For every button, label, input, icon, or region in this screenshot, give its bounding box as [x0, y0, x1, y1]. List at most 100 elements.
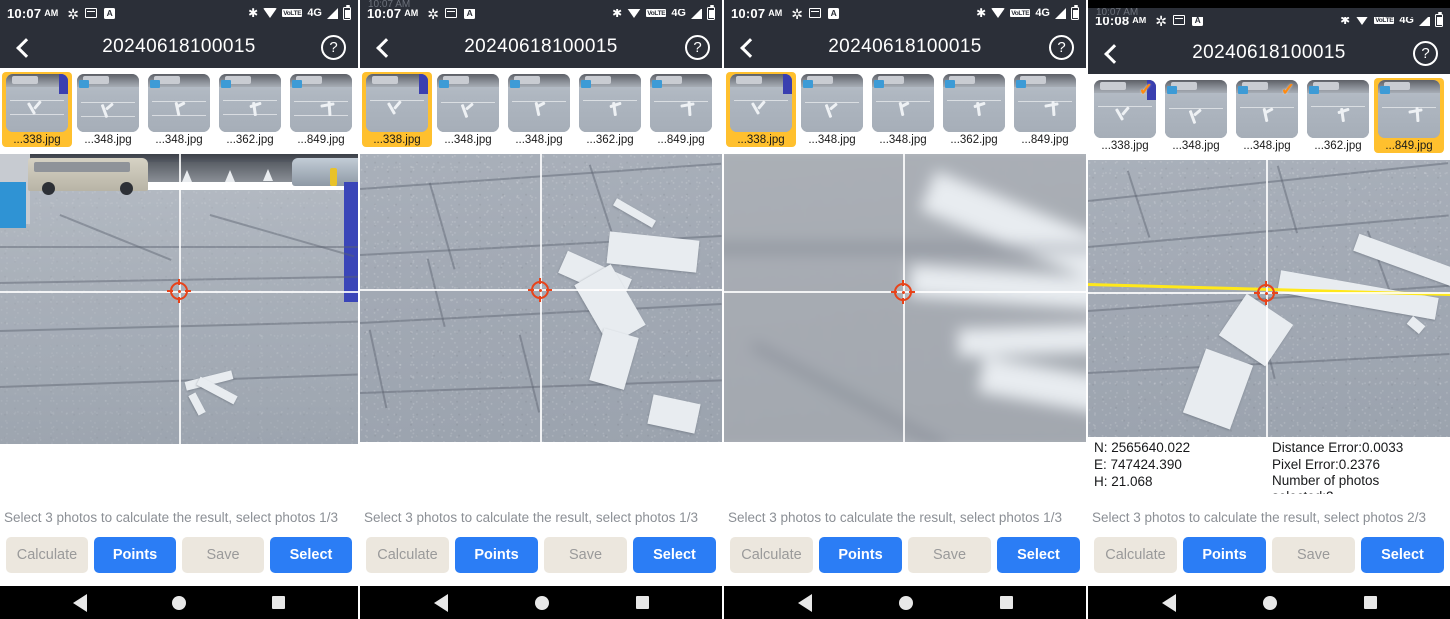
points-button[interactable]: Points — [1183, 537, 1266, 573]
thumbnail-item[interactable]: ...849.jpg — [646, 72, 716, 147]
nav-home-icon[interactable] — [172, 595, 187, 610]
back-button[interactable] — [736, 36, 758, 58]
wifi-icon — [627, 8, 642, 18]
thumbnail-image — [6, 74, 68, 132]
thumbnail-label: ...849.jpg — [1385, 140, 1433, 152]
thumbnail-item[interactable]: ✓ ...348.jpg — [1232, 78, 1302, 153]
signal-icon — [691, 7, 702, 19]
thumbnail-item[interactable]: ...338.jpg — [726, 72, 796, 147]
calculate-button[interactable]: Calculate — [366, 537, 449, 573]
photo-canvas[interactable] — [0, 154, 358, 444]
calculate-button[interactable]: Calculate — [6, 537, 88, 573]
bluetooth-icon: ✱ — [248, 6, 259, 20]
a-badge-icon: A — [104, 7, 116, 19]
help-icon[interactable]: ? — [1049, 34, 1074, 60]
thumbnail-label: ...348.jpg — [1243, 140, 1291, 152]
action-bar: Calculate Points Save Select — [0, 530, 358, 586]
a-badge-icon: A — [828, 7, 840, 19]
thumbnail-label: ...849.jpg — [657, 134, 705, 146]
thumbnail-image — [437, 74, 499, 132]
select-button[interactable]: Select — [270, 537, 352, 573]
help-icon[interactable]: ? — [1413, 40, 1438, 66]
points-button[interactable]: Points — [455, 537, 538, 573]
save-button[interactable]: Save — [544, 537, 627, 573]
thumbnail-image — [1165, 80, 1227, 138]
nav-home-icon[interactable] — [1262, 595, 1277, 610]
select-button[interactable]: Select — [1361, 537, 1444, 573]
thumbnail-item[interactable]: ...348.jpg — [868, 72, 938, 147]
thumbnail-item[interactable]: ...849.jpg — [1010, 72, 1080, 147]
back-button[interactable] — [372, 36, 394, 58]
thumbnail-item[interactable]: ...348.jpg — [797, 72, 867, 147]
points-button[interactable]: Points — [819, 537, 902, 573]
thumbnail-item[interactable]: ...362.jpg — [939, 72, 1009, 147]
nav-recents-icon[interactable] — [272, 596, 286, 609]
thumbnail-item[interactable]: ...338.jpg — [2, 72, 72, 147]
pixel-error-value: Pixel Error:0.2376 — [1272, 457, 1381, 472]
photo-canvas[interactable] — [724, 154, 1086, 442]
thumbnail-image — [943, 74, 1005, 132]
photo-viewer[interactable]: N: 2565640.022 E: 747424.390 H: 21.068 D… — [1088, 160, 1450, 504]
help-icon[interactable]: ? — [685, 34, 710, 60]
easting-value: E: 747424.390 — [1094, 457, 1182, 472]
ghost-status-text: 10:07 AM — [1088, 8, 1450, 17]
thumbnail-item[interactable]: ...348.jpg — [73, 72, 143, 147]
photo-viewer[interactable] — [724, 154, 1086, 504]
nav-back-icon[interactable] — [1161, 593, 1176, 612]
help-icon[interactable]: ? — [321, 34, 346, 60]
nav-back-icon[interactable] — [433, 593, 448, 612]
nav-back-icon[interactable] — [797, 593, 812, 612]
thumbnail-item[interactable]: ✓ ...338.jpg — [1090, 78, 1160, 153]
calculate-button[interactable]: Calculate — [730, 537, 813, 573]
android-nav-bar — [360, 586, 722, 619]
points-button[interactable]: Points — [94, 537, 176, 573]
save-button[interactable]: Save — [1272, 537, 1355, 573]
thumbnail-item[interactable]: ...348.jpg — [1161, 78, 1231, 153]
thumbnail-item[interactable]: ...348.jpg — [504, 72, 574, 147]
back-button[interactable] — [12, 36, 34, 58]
battery-icon — [707, 4, 715, 20]
photo-viewer[interactable] — [0, 154, 358, 504]
save-button[interactable]: Save — [182, 537, 264, 573]
thumbnail-item[interactable]: ...362.jpg — [575, 72, 645, 147]
thumbnail-image — [579, 74, 641, 132]
error-column: Distance Error:0.0033 Pixel Error:0.2376… — [1266, 439, 1444, 494]
height-value: H: 21.068 — [1094, 474, 1153, 489]
thumbnail-label: ...348.jpg — [515, 134, 563, 146]
phone-panel-1: 10:07 AM A ✱ VoLTE 4G 20240618100015 ? — [0, 0, 358, 619]
status-clock: 10:07 — [7, 5, 42, 21]
thumbnail-item[interactable]: ...362.jpg — [215, 72, 285, 147]
save-button[interactable]: Save — [908, 537, 991, 573]
nav-recents-icon[interactable] — [635, 596, 649, 609]
thumbnail-strip: ...338.jpg ...348.jpg ...348.jpg ...362.… — [0, 68, 358, 154]
selection-hint: Select 3 photos to calculate the result,… — [0, 504, 358, 530]
thumbnail-image — [219, 74, 281, 132]
thumbnail-item[interactable]: ...348.jpg — [144, 72, 214, 147]
thumbnail-label: ...338.jpg — [737, 134, 785, 146]
photo-canvas[interactable] — [360, 154, 722, 442]
gear-icon — [1155, 15, 1166, 26]
photo-viewer[interactable] — [360, 154, 722, 504]
select-button[interactable]: Select — [997, 537, 1080, 573]
thumbnail-strip: ...338.jpg ...348.jpg ...348.jpg ...362.… — [724, 68, 1086, 154]
thumbnail-item[interactable]: ...849.jpg — [1374, 78, 1444, 153]
result-panel: N: 2565640.022 E: 747424.390 H: 21.068 D… — [1088, 437, 1450, 494]
nav-recents-icon[interactable] — [1363, 596, 1377, 609]
photo-canvas[interactable] — [1088, 160, 1450, 437]
network-label: 4G — [307, 7, 322, 19]
thumbnail-image — [1307, 80, 1369, 138]
thumbnail-item[interactable]: ...849.jpg — [286, 72, 356, 147]
status-bar: 10:07 AM 10:07 AM A ✱ VoLTE 4G — [360, 0, 722, 26]
back-button[interactable] — [1100, 42, 1122, 64]
thumbnail-item[interactable]: ...348.jpg — [433, 72, 503, 147]
select-button[interactable]: Select — [633, 537, 716, 573]
nav-home-icon[interactable] — [898, 595, 913, 610]
thumbnail-image — [290, 74, 352, 132]
nav-recents-icon[interactable] — [999, 596, 1013, 609]
nav-home-icon[interactable] — [534, 595, 549, 610]
nav-back-icon[interactable] — [72, 593, 87, 612]
battery-icon — [1071, 4, 1079, 20]
calculate-button[interactable]: Calculate — [1094, 537, 1177, 573]
thumbnail-item[interactable]: ...338.jpg — [362, 72, 432, 147]
thumbnail-item[interactable]: ...362.jpg — [1303, 78, 1373, 153]
